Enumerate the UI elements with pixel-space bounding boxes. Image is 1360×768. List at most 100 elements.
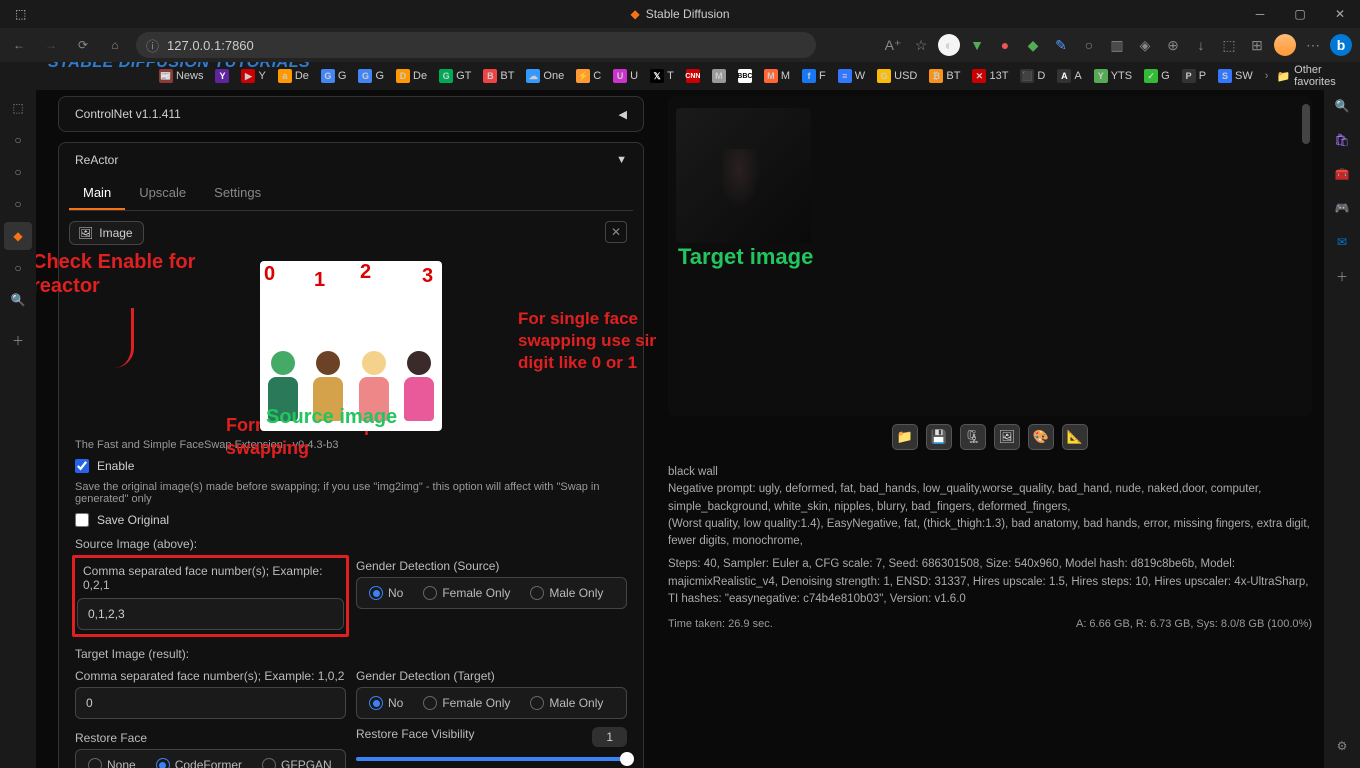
gender-no-t[interactable]: No: [359, 690, 413, 716]
restore-gfpgan[interactable]: GFPGAN: [252, 752, 342, 768]
bookmark[interactable]: SSW: [1214, 69, 1257, 83]
bookmark[interactable]: GG: [317, 69, 351, 83]
bookmark[interactable]: MM: [760, 69, 794, 83]
source-image-preview[interactable]: 0 1 2 3 Source image: [260, 261, 442, 431]
restore-none[interactable]: None: [78, 752, 146, 768]
folder-button[interactable]: 📁: [892, 424, 918, 450]
bookmark[interactable]: M: [708, 69, 730, 83]
tools-icon[interactable]: 🧰: [1330, 162, 1354, 186]
vtab-item[interactable]: ⬚: [4, 94, 32, 122]
target-faces-input[interactable]: [75, 687, 346, 719]
save-original-checkbox[interactable]: Save Original: [75, 513, 627, 527]
games-icon[interactable]: 🎮: [1330, 196, 1354, 220]
bookmark[interactable]: 📰News: [155, 69, 208, 83]
bookmark[interactable]: YYTS: [1090, 69, 1136, 83]
bookmark[interactable]: ≡W: [834, 69, 869, 83]
copilot-icon[interactable]: b: [1330, 34, 1352, 56]
send-img2img-button[interactable]: 🖼: [994, 424, 1020, 450]
minimize-button[interactable]: ─: [1240, 0, 1280, 28]
source-faces-input[interactable]: [77, 598, 344, 630]
bookmark[interactable]: 𝕏T: [646, 69, 678, 83]
vtab-item[interactable]: ○: [4, 254, 32, 282]
bookmark-more[interactable]: ›: [1261, 70, 1273, 82]
ext-icon-1[interactable]: ◐: [938, 34, 960, 56]
tab-upscale[interactable]: Upscale: [125, 177, 200, 210]
bookmark[interactable]: fF: [798, 69, 830, 83]
bookmark[interactable]: GUSD: [873, 69, 921, 83]
more-icon[interactable]: ⋯: [1302, 34, 1324, 56]
bookmark[interactable]: BBC: [734, 69, 756, 83]
bookmark[interactable]: ₿BT: [925, 69, 964, 83]
address-bar[interactable]: ⓘ 127.0.0.1:7860: [136, 32, 816, 58]
bookmark[interactable]: PP: [1178, 69, 1210, 83]
vtab-item[interactable]: ○: [4, 126, 32, 154]
enable-checkbox-input[interactable]: [75, 459, 89, 473]
bookmark[interactable]: ⚡C: [572, 69, 605, 83]
enable-checkbox[interactable]: Enable: [75, 459, 627, 473]
refresh-button[interactable]: ⟳: [72, 34, 94, 56]
restore-vis-slider[interactable]: [356, 757, 627, 761]
settings-icon[interactable]: ⚙: [1330, 734, 1354, 758]
ext-icon-6[interactable]: ○: [1078, 34, 1100, 56]
bookmark[interactable]: UU: [609, 69, 642, 83]
bookmark[interactable]: BBT: [479, 69, 518, 83]
restore-codeformer[interactable]: CodeFormer: [146, 752, 252, 768]
save-original-input[interactable]: [75, 513, 89, 527]
send-inpaint-button[interactable]: 🎨: [1028, 424, 1054, 450]
home-button[interactable]: ⌂: [104, 34, 126, 56]
ext-icon-7[interactable]: ◈: [1134, 34, 1156, 56]
vtab-item[interactable]: 🔍: [4, 286, 32, 314]
gender-male-t[interactable]: Male Only: [520, 690, 613, 716]
bookmark[interactable]: ⬛D: [1016, 69, 1049, 83]
tab-settings[interactable]: Settings: [200, 177, 275, 210]
controlnet-header[interactable]: ControlNet v1.1.411 ◀: [59, 97, 643, 131]
outlook-icon[interactable]: ✉: [1330, 230, 1354, 254]
new-tab-button[interactable]: ＋: [4, 326, 32, 354]
bookmark[interactable]: ☁One: [522, 69, 568, 83]
vtab-item[interactable]: ○: [4, 190, 32, 218]
bookmark[interactable]: ✕13T: [968, 69, 1012, 83]
save-button[interactable]: 💾: [926, 424, 952, 450]
bookmark[interactable]: GG: [354, 69, 388, 83]
maximize-button[interactable]: ▢: [1280, 0, 1320, 28]
reactor-header[interactable]: ReActor ▼: [59, 143, 643, 177]
reader-icon[interactable]: A⁺: [882, 34, 904, 56]
ext-icon-5[interactable]: ✎: [1050, 34, 1072, 56]
gender-male[interactable]: Male Only: [520, 580, 613, 606]
plus-icon[interactable]: ＋: [1330, 264, 1354, 288]
downloads-icon[interactable]: ↓: [1190, 34, 1212, 56]
back-button[interactable]: ←: [8, 34, 30, 56]
bookmark[interactable]: aDe: [274, 69, 313, 83]
tab-main[interactable]: Main: [69, 177, 125, 210]
bookmark[interactable]: GGT: [435, 69, 475, 83]
bookmark[interactable]: Y: [211, 69, 233, 83]
bookmark[interactable]: ▶Y: [237, 69, 269, 83]
bookmark[interactable]: CNN: [682, 69, 704, 83]
gender-female-t[interactable]: Female Only: [413, 690, 520, 716]
star-icon[interactable]: ☆: [910, 34, 932, 56]
avatar-icon[interactable]: [1274, 34, 1296, 56]
close-button[interactable]: ✕: [1320, 0, 1360, 28]
search-icon[interactable]: 🔍: [1330, 94, 1354, 118]
ext-icon-3[interactable]: ●: [994, 34, 1016, 56]
send-extras-button[interactable]: 📐: [1062, 424, 1088, 450]
gender-no[interactable]: No: [359, 580, 413, 606]
bookmark[interactable]: AA: [1053, 69, 1085, 83]
extensions-icon[interactable]: ⬚: [1218, 34, 1240, 56]
zip-button[interactable]: 🗜: [960, 424, 986, 450]
ext-icon-2[interactable]: ▼: [966, 34, 988, 56]
output-image[interactable]: [676, 108, 811, 243]
bookmark[interactable]: DDe: [392, 69, 431, 83]
shopping-icon[interactable]: 🛍: [1330, 128, 1354, 152]
scrollbar[interactable]: [1302, 104, 1310, 144]
side-panel-icon[interactable]: ▥: [1106, 34, 1128, 56]
vtab-item-active[interactable]: ◆: [4, 222, 32, 250]
forward-button[interactable]: →: [40, 34, 62, 56]
ext-icon-4[interactable]: ◆: [1022, 34, 1044, 56]
image-close-button[interactable]: ✕: [605, 221, 627, 243]
bookmark[interactable]: ✓G: [1140, 69, 1174, 83]
image-tab[interactable]: 🖼 Image: [69, 221, 144, 245]
other-favorites[interactable]: 📁Other favorites: [1276, 64, 1352, 88]
gender-female[interactable]: Female Only: [413, 580, 520, 606]
app-icon[interactable]: ⊞: [1246, 34, 1268, 56]
